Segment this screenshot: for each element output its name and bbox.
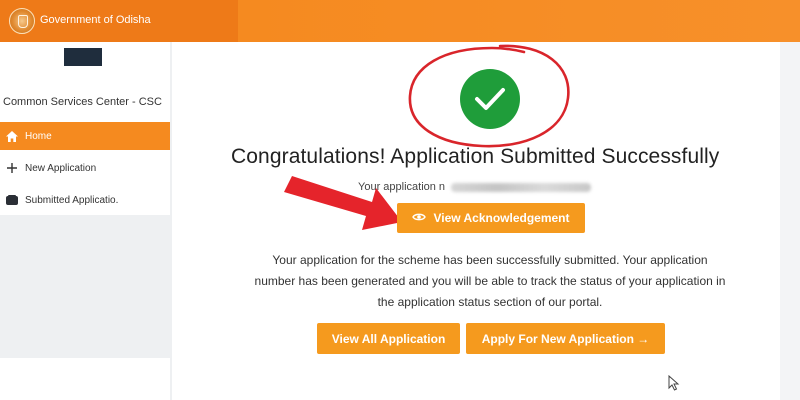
sidebar-background (0, 215, 170, 358)
scroll-gutter (780, 42, 800, 400)
submission-description: Your application for the scheme has been… (254, 253, 726, 309)
success-headline: Congratulations! Application Submitted S… (231, 145, 720, 168)
sidebar-brand: Common Services Center - CSC (3, 96, 162, 108)
apply-new-application-button[interactable]: Apply For New Application → (466, 323, 665, 354)
home-icon (4, 128, 20, 144)
sidebar-item-label: Home (25, 130, 52, 142)
sidebar-item-label: New Application (25, 162, 97, 174)
sidebar-item-home[interactable]: Home (0, 122, 170, 150)
government-title: Government of Odisha (40, 14, 151, 26)
sidebar-item-submitted-applications[interactable]: Submitted Applicatio. (0, 186, 170, 214)
sidebar-item-label: Submitted Applicatio. (25, 194, 119, 206)
success-check-icon (460, 69, 520, 129)
eye-icon (412, 212, 427, 225)
sidebar-item-new-application[interactable]: New Application (0, 154, 170, 182)
mouse-cursor-icon (668, 374, 680, 394)
top-bar-brand-area: Government of Odisha (0, 0, 238, 42)
folder-icon (4, 192, 20, 208)
view-all-application-button[interactable]: View All Application (317, 323, 460, 354)
top-bar: Government of Odisha (0, 0, 800, 42)
plus-icon (4, 160, 20, 176)
view-acknowledgement-label: View Acknowledgement (433, 211, 570, 225)
csc-logo (64, 48, 102, 66)
red-arrow-icon (284, 176, 402, 230)
blurred-application-number (451, 182, 592, 192)
odisha-emblem-icon (9, 8, 35, 34)
view-acknowledgement-button[interactable]: View Acknowledgement (397, 203, 585, 233)
